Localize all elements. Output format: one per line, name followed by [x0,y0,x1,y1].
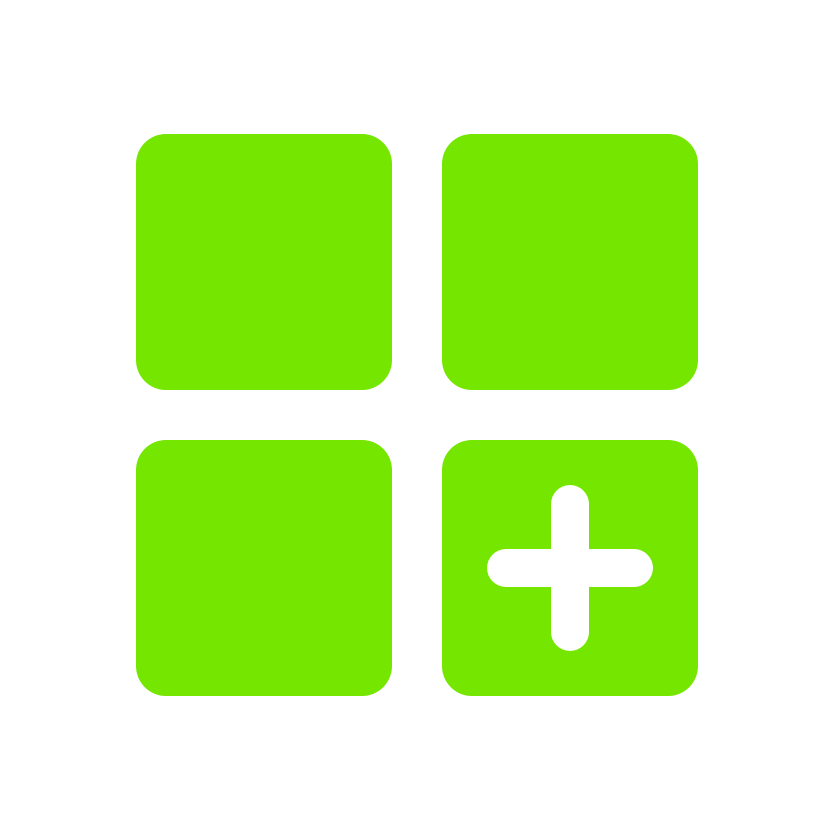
grid-tile-top-right-icon [442,134,698,390]
grid-tile-top-left-icon [136,134,392,390]
add-app-grid-icon [0,0,834,834]
plus-vertical-bar-icon [551,485,589,651]
grid-tile-bottom-left-icon [136,440,392,696]
grid-tile-add-icon [442,440,698,696]
